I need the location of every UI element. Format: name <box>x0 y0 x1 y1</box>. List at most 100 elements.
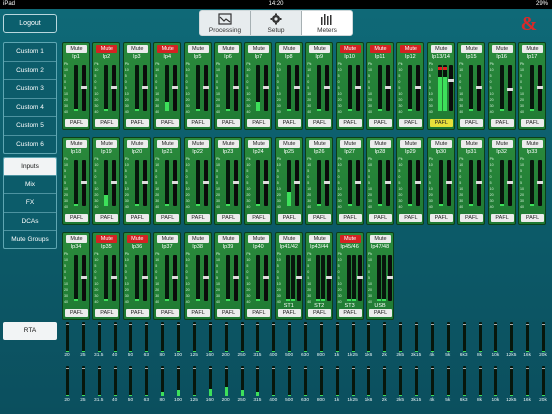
pafl-button[interactable]: PAFL <box>65 309 88 317</box>
fader-track[interactable] <box>172 65 179 111</box>
pafl-button[interactable]: PAFL <box>429 119 453 127</box>
pafl-button[interactable]: PAFL <box>186 309 210 317</box>
fader-track[interactable] <box>387 255 393 301</box>
fader-track[interactable] <box>385 160 391 206</box>
fader-handle[interactable] <box>141 275 148 279</box>
mute-button[interactable]: Mute <box>339 140 361 148</box>
pafl-button[interactable]: PAFL <box>369 119 392 127</box>
fader-track[interactable] <box>263 65 270 111</box>
mute-button[interactable]: Mute <box>522 45 543 53</box>
fader-handle[interactable] <box>295 275 302 279</box>
pafl-button[interactable]: PAFL <box>521 214 544 222</box>
mute-button[interactable]: Mute <box>400 140 422 148</box>
fader-track[interactable] <box>141 160 148 206</box>
fader-track[interactable] <box>202 255 209 301</box>
fader-track[interactable] <box>356 255 363 301</box>
fader-track[interactable] <box>81 160 87 206</box>
fader-handle[interactable] <box>172 85 179 89</box>
pafl-button[interactable]: PAFL <box>308 309 332 317</box>
fader-track[interactable] <box>81 65 87 111</box>
mute-button[interactable]: Mute <box>187 235 209 243</box>
pafl-button[interactable]: PAFL <box>490 119 514 127</box>
fader-track[interactable] <box>141 255 148 301</box>
pafl-button[interactable]: PAFL <box>338 309 362 317</box>
fader-track[interactable] <box>415 65 422 111</box>
pafl-button[interactable]: PAFL <box>338 214 362 222</box>
mute-button[interactable]: Mute <box>187 140 209 148</box>
fader-track[interactable] <box>445 160 452 206</box>
fader-track[interactable] <box>295 255 302 301</box>
fader-handle[interactable] <box>141 180 148 184</box>
fader-track[interactable] <box>476 160 483 206</box>
fader-track[interactable] <box>324 65 331 111</box>
fader-track[interactable] <box>537 65 543 111</box>
custom-layer-3[interactable]: Custom 3 <box>4 80 56 99</box>
fader-handle[interactable] <box>537 180 543 184</box>
pafl-button[interactable]: PAFL <box>308 119 332 127</box>
mute-button[interactable]: Mute <box>248 235 270 243</box>
nav-item-mute-groups[interactable]: Mute Groups <box>4 231 56 248</box>
pafl-button[interactable]: PAFL <box>277 119 301 127</box>
fader-handle[interactable] <box>385 180 391 184</box>
mute-button[interactable]: Mute <box>339 235 361 243</box>
mute-button[interactable]: Mute <box>157 140 179 148</box>
mute-button[interactable]: Mute <box>248 140 270 148</box>
pafl-button[interactable]: PAFL <box>460 214 484 222</box>
fader-track[interactable] <box>385 65 391 111</box>
fader-track[interactable] <box>293 160 300 206</box>
mute-button[interactable]: Mute <box>339 45 361 53</box>
mute-button[interactable]: Mute <box>218 45 239 53</box>
fader-handle[interactable] <box>447 78 454 82</box>
mute-button[interactable]: Mute <box>400 45 422 53</box>
fader-track[interactable] <box>506 160 513 206</box>
fader-track[interactable] <box>141 65 148 111</box>
pafl-button[interactable]: PAFL <box>490 214 514 222</box>
fader-track[interactable] <box>233 160 239 206</box>
fader-track[interactable] <box>202 65 209 111</box>
fader-handle[interactable] <box>293 85 300 89</box>
pafl-button[interactable]: PAFL <box>125 214 149 222</box>
rta-button[interactable]: RTA <box>3 322 57 340</box>
pafl-button[interactable]: PAFL <box>95 214 119 222</box>
pafl-button[interactable]: PAFL <box>125 119 149 127</box>
fader-track[interactable] <box>506 65 513 111</box>
fader-handle[interactable] <box>111 275 118 279</box>
mute-button[interactable]: Mute <box>491 140 513 148</box>
mute-button[interactable]: Mute <box>66 140 87 148</box>
custom-layer-4[interactable]: Custom 4 <box>4 99 56 118</box>
nav-item-mix[interactable]: Mix <box>4 176 56 195</box>
fader-handle[interactable] <box>354 180 361 184</box>
mute-button[interactable]: Mute <box>461 140 483 148</box>
mute-button[interactable]: Mute <box>309 235 331 243</box>
fader-handle[interactable] <box>141 85 148 89</box>
fader-track[interactable] <box>326 255 333 301</box>
mute-button[interactable]: Mute <box>370 45 391 53</box>
pafl-button[interactable]: PAFL <box>247 214 271 222</box>
mute-button[interactable]: Mute <box>218 235 239 243</box>
fader-track[interactable] <box>172 255 179 301</box>
tab-meters[interactable]: Meters <box>302 11 352 35</box>
mute-button[interactable]: Mute <box>96 140 118 148</box>
pafl-button[interactable]: PAFL <box>217 214 240 222</box>
mute-button[interactable]: Mute <box>157 45 179 53</box>
logout-button[interactable]: Logout <box>3 14 57 33</box>
pafl-button[interactable]: PAFL <box>399 119 423 127</box>
nav-item-dcas[interactable]: DCAs <box>4 213 56 231</box>
mute-button[interactable]: Mute <box>157 235 179 243</box>
pafl-button[interactable]: PAFL <box>186 214 210 222</box>
fader-track[interactable] <box>81 255 87 301</box>
fader-track[interactable] <box>354 65 361 111</box>
pafl-button[interactable]: PAFL <box>369 309 392 317</box>
pafl-button[interactable]: PAFL <box>308 214 332 222</box>
mute-button[interactable]: Mute <box>96 235 118 243</box>
pafl-button[interactable]: PAFL <box>247 309 271 317</box>
fader-track[interactable] <box>476 65 483 111</box>
pafl-button[interactable]: PAFL <box>277 309 301 317</box>
mute-button[interactable]: Mute <box>278 140 300 148</box>
pafl-button[interactable]: PAFL <box>186 119 210 127</box>
mute-button[interactable]: Mute <box>430 45 452 53</box>
fader-handle[interactable] <box>293 180 300 184</box>
fader-handle[interactable] <box>263 275 270 279</box>
fader-handle[interactable] <box>354 85 361 89</box>
mute-button[interactable]: Mute <box>126 235 148 243</box>
